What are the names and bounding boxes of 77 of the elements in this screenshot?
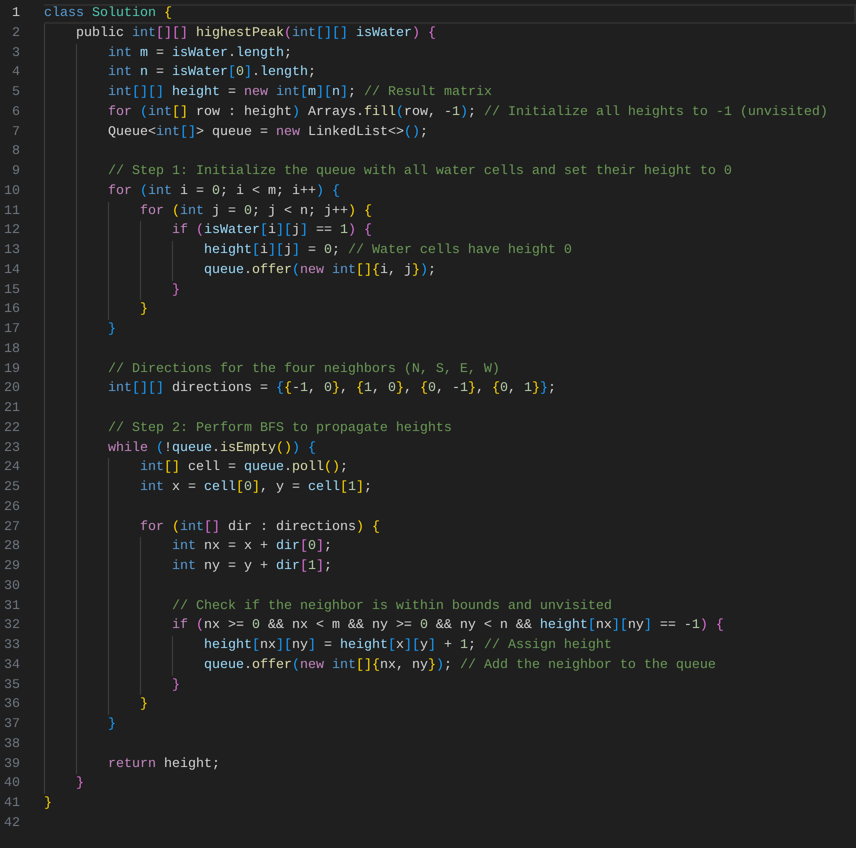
- line-number: 13: [3, 242, 20, 260]
- line-number: 4: [11, 64, 20, 82]
- code-line: }: [44, 795, 52, 813]
- line-number: 20: [3, 380, 20, 398]
- code-line: }: [74, 775, 84, 794]
- code-line: // Directions for the four neighbors (N, S, E, W): [106, 360, 500, 378]
- line-number: 29: [3, 558, 20, 576]
- line-number: 17: [3, 321, 20, 339]
- line-number: 6: [11, 104, 20, 122]
- line-number: 28: [3, 538, 20, 556]
- code-line: // Step 2: Perform BFS to propagate heights: [106, 420, 452, 438]
- code-line: queue.offer(new int[]{nx, ny}); // Add the neighbor to the queue: [202, 656, 716, 675]
- line-number: 19: [3, 360, 20, 378]
- line-number: 34: [3, 656, 20, 675]
- line-number: 35: [3, 676, 20, 694]
- code-line: }: [106, 321, 116, 339]
- code-line: int[] cell = queue.poll();: [138, 459, 348, 478]
- line-number: 15: [3, 282, 20, 300]
- code-line: }: [106, 716, 116, 734]
- code-line: for (int[] row : height) Arrays.fill(row, -1); // Initialize all heights to -1 (unvisited): [106, 104, 828, 122]
- code-line: for (int j = 0; j < n; j++) {: [138, 202, 372, 220]
- code-line: queue.offer(new int[]{i, j});: [202, 262, 436, 280]
- line-number: 26: [3, 498, 20, 517]
- line-number: 7: [11, 124, 20, 142]
- line-number: 41: [3, 795, 20, 813]
- line-number: 25: [3, 479, 20, 497]
- line-number: 27: [3, 518, 20, 536]
- line-number: 30: [3, 578, 20, 596]
- code-line: // Check if the neighbor is within bounds and unvisited: [170, 598, 612, 616]
- code-line: }: [170, 282, 180, 300]
- code-line: int nx = x + dir[0];: [170, 538, 332, 556]
- line-number: 12: [3, 222, 20, 240]
- code-line: int n = isWater[0].length;: [106, 64, 316, 82]
- code-line: height[nx][ny] = height[x][y] + 1; // Assign height: [202, 637, 612, 655]
- code-line: }: [138, 696, 148, 714]
- line-number: 42: [3, 814, 20, 833]
- line-number: 18: [3, 340, 20, 359]
- line-number: 3: [11, 44, 20, 62]
- code-line: }: [170, 676, 180, 694]
- line-number: 22: [3, 420, 20, 438]
- code-line: int[][] height = new int[m][n]; // Result matrix: [106, 84, 492, 102]
- line-number: 21: [3, 400, 20, 418]
- code-line: return height;: [106, 756, 220, 774]
- code-line: for (int[] dir : directions) {: [138, 518, 380, 536]
- line-number: 11: [3, 202, 20, 220]
- code-line: Queue<int[]> queue = new LinkedList<>();: [106, 124, 428, 142]
- line-number: 1: [11, 5, 20, 23]
- line-number: 23: [3, 440, 20, 458]
- line-number: 39: [3, 756, 20, 774]
- code-line: if (nx >= 0 && nx < m && ny >= 0 && ny < n && height[nx][ny] == -1) {: [170, 617, 724, 636]
- line-number: 14: [3, 262, 20, 280]
- line-number: 36: [3, 696, 20, 714]
- line-number: 8: [11, 143, 20, 162]
- code-line: public int[][] highestPeak(int[][] isWater) {: [74, 24, 436, 43]
- code-line: // Step 1: Initialize the queue with all water cells and set their height to 0: [106, 163, 732, 181]
- line-number: 9: [11, 163, 20, 181]
- code-line: height[i][j] = 0; // Water cells have height 0: [202, 242, 572, 260]
- code-line: if (isWater[i][j] == 1) {: [170, 222, 372, 240]
- line-number: 38: [3, 736, 20, 754]
- line-number: 37: [3, 716, 20, 734]
- code-line: int ny = y + dir[1];: [170, 558, 332, 576]
- line-number: 16: [3, 301, 20, 320]
- code-line: int x = cell[0], y = cell[1];: [138, 479, 372, 497]
- line-number: 33: [3, 637, 20, 655]
- code-line: while (!queue.isEmpty()) {: [106, 440, 316, 458]
- line-number: 31: [3, 598, 20, 616]
- line-number: 40: [3, 775, 20, 794]
- line-number: 5: [11, 84, 20, 102]
- line-number: 2: [11, 24, 20, 43]
- code-line: for (int i = 0; i < m; i++) {: [106, 182, 340, 201]
- line-number: 24: [3, 459, 20, 478]
- code-line: class Solution {: [44, 5, 172, 23]
- code-line: int[][] directions = {{-1, 0}, {1, 0}, {0, -1}, {0, 1}};: [106, 380, 556, 398]
- line-number: 10: [3, 182, 20, 201]
- code-line: int m = isWater.length;: [106, 44, 292, 62]
- code-line: }: [138, 301, 148, 320]
- line-number: 32: [3, 617, 20, 636]
